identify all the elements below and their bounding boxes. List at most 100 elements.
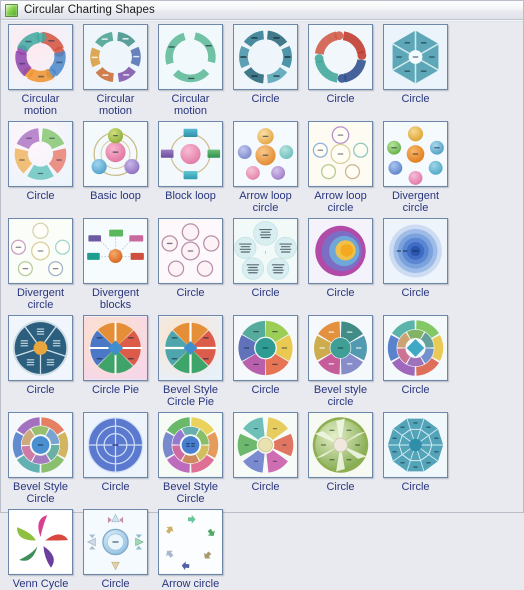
shape-label: Circular motion [21,93,60,117]
shape-thumbnail-double-ring-bevel[interactable] [8,412,73,478]
shape-item[interactable]: Venn Cycle [3,509,78,590]
shape-item[interactable]: Circular motion [153,24,228,117]
shape-thumbnail-layered-diamond-wheel[interactable] [383,315,448,381]
shape-item[interactable]: Bevel style circle [303,315,378,408]
shape-label: Bevel style circle [313,384,368,408]
shape-label: Circular motion [171,93,210,117]
shape-item[interactable]: Divergent circle [378,121,453,214]
shape-label: Venn Cycle [12,578,69,590]
shape-item[interactable]: Circle [228,24,303,117]
shape-label: Circle [101,481,130,493]
shape-label: Divergent blocks [91,287,140,311]
shape-item[interactable]: Circle [303,24,378,117]
shape-label: Circle [251,384,280,396]
shape-thumbnail-divergent-blocks[interactable] [83,218,148,284]
shape-thumbnail-divergent-spheres[interactable] [383,121,448,187]
title-separator [1,20,523,22]
shape-label: Divergent circle [391,190,440,214]
shape-thumbnail-outline-circle-cluster[interactable] [158,218,223,284]
shape-label: Circle [326,93,355,105]
window-title: Circular Charting Shapes [24,4,155,16]
shape-item[interactable]: Basic loop [78,121,153,214]
shape-label: Arrow loop circle [239,190,292,214]
shape-label: Circle [251,481,280,493]
shapes-library-window: Circular Charting Shapes Circular motion… [0,0,524,590]
shape-item[interactable]: Circle [228,315,303,408]
shape-item[interactable]: Circle [378,24,453,117]
shape-thumbnail-pinwheel-blades-color[interactable] [8,509,73,575]
shape-item[interactable]: Circular motion [78,24,153,117]
shape-label: Circle [401,384,430,396]
shape-label: Circular motion [96,93,135,117]
shape-item[interactable]: Arrow loop circle [303,121,378,214]
shape-label: Circle [401,287,430,299]
shape-item[interactable]: Circle [228,412,303,505]
shape-label: Block loop [165,190,216,202]
shape-thumbnail-donut-6-rainbow[interactable] [233,315,298,381]
shape-item[interactable]: Circle [378,412,453,505]
shape-thumbnail-pie-4-quadrant-bevel[interactable] [158,315,223,381]
shape-thumbnail-arrow-cycle-segments[interactable] [83,24,148,90]
shape-thumbnail-compass-arrows[interactable] [83,509,148,575]
shape-thumbnail-text-bubble-cluster[interactable] [233,218,298,284]
shape-item[interactable]: Bevel Style Circle Pie [153,315,228,408]
shape-item[interactable]: Circle Pie [78,315,153,408]
shape-thumbnail-arrow-cycle-4color[interactable] [8,24,73,90]
shape-label: Circle [101,578,130,590]
shape-thumbnail-donut-6-bevel[interactable] [308,315,373,381]
shape-item[interactable]: Circle [3,315,78,408]
shape-thumbnail-double-ring-rainbow[interactable] [158,412,223,478]
shape-item[interactable]: Arrow loop circle [228,121,303,214]
shape-thumbnail-arrow-loop-outline[interactable] [308,121,373,187]
shape-label: Divergent circle [16,287,65,311]
shape-label: Circle [26,190,55,202]
shape-item[interactable]: Circle [78,412,153,505]
shape-item[interactable]: Block loop [153,121,228,214]
shape-thumbnail-segmented-ring-teal[interactable] [233,24,298,90]
shape-label: Circle [326,287,355,299]
shape-thumbnail-arrow-loop-spheres[interactable] [233,121,298,187]
shape-thumbnail-polygon-web-teal[interactable] [383,412,448,478]
shape-label: Circle [251,287,280,299]
shape-item[interactable]: Bevel Style Circle [3,412,78,505]
shape-thumbnail-pie-4-quadrant[interactable] [83,315,148,381]
shape-item[interactable]: Circle [78,509,153,590]
shape-thumbnail-basic-loop-3node[interactable] [83,121,148,187]
shape-thumbnail-pinwheel-petals[interactable] [233,412,298,478]
shape-thumbnail-concentric-rainbow[interactable] [308,218,373,284]
shape-thumbnail-spoked-wheel-navy[interactable] [8,315,73,381]
shape-item[interactable]: Divergent blocks [78,218,153,311]
shape-label: Bevel Style Circle [12,481,69,505]
shape-label: Circle [251,93,280,105]
shape-label: Basic loop [90,190,141,202]
shapes-library-icon [5,3,18,17]
shape-item[interactable]: Bevel Style Circle [153,412,228,505]
shape-label: Circle [326,481,355,493]
shape-thumbnail-arrow-ring-4color[interactable] [308,24,373,90]
shape-thumbnail-concentric-blue[interactable] [383,218,448,284]
shape-label: Circle [401,93,430,105]
shape-label: Circle [176,287,205,299]
shape-item[interactable]: Arrow circle [153,509,228,590]
shape-item[interactable]: Circle [3,121,78,214]
shape-item[interactable]: Circle [228,218,303,311]
shape-thumbnail-hexagon-radial-teal[interactable] [383,24,448,90]
shape-thumbnail-scattered-arrows[interactable] [158,509,223,575]
shape-item[interactable]: Circle [303,218,378,311]
shape-thumbnail-petal-ring-pastel[interactable] [8,121,73,187]
shape-item[interactable]: Circle [153,218,228,311]
shape-label: Circle [401,481,430,493]
shape-thumbnail-wheel-spokes-green[interactable] [308,412,373,478]
shape-label: Circle Pie [91,384,140,396]
shape-item[interactable]: Circle [378,218,453,311]
shape-thumbnail-target-rings-blue[interactable] [83,412,148,478]
shape-thumbnail-arc-cycle-green[interactable] [158,24,223,90]
shape-item[interactable]: Divergent circle [3,218,78,311]
shape-item[interactable]: Circle [303,412,378,505]
shape-thumbnail-block-loop-4block[interactable] [158,121,223,187]
shape-label: Arrow circle [161,578,220,590]
shape-item[interactable]: Circle [378,315,453,408]
shape-item[interactable]: Circular motion [3,24,78,117]
shape-thumbnail-divergent-outline[interactable] [8,218,73,284]
shape-label: Circle [26,384,55,396]
